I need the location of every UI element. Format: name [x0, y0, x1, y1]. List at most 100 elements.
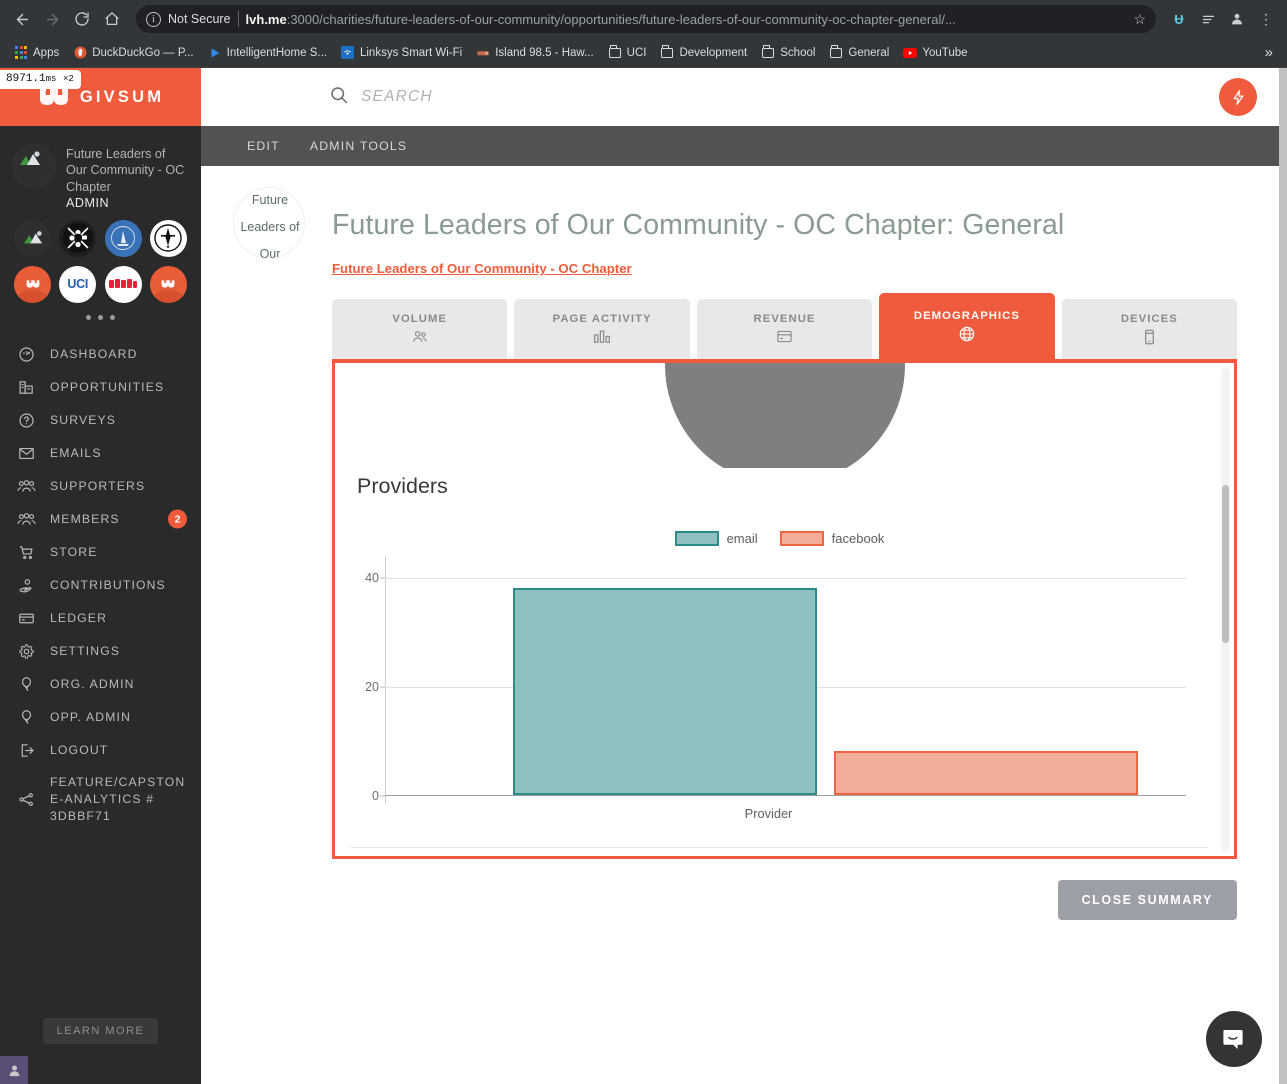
page-scrollbar[interactable] [1279, 68, 1287, 1084]
toolbar-right: Ʉ ⋮ [1166, 6, 1279, 32]
globe-icon [958, 325, 976, 343]
bookmark-star-icon[interactable]: ☆ [1133, 11, 1146, 28]
bookmark-folder-school[interactable]: School [755, 43, 821, 63]
tab-page-activity[interactable]: PAGE ACTIVITY [514, 299, 690, 359]
hand-heart-icon [17, 576, 36, 595]
user-profile-button[interactable] [0, 1056, 28, 1084]
org-chip-uci[interactable]: UCI [59, 265, 97, 303]
tickmark-0 [380, 795, 385, 797]
back-button[interactable] [8, 5, 36, 33]
tab-volume[interactable]: VOLUME [332, 299, 508, 359]
org-chip-dark-crest[interactable] [59, 219, 97, 257]
sidebar-item-supporters[interactable]: SUPPORTERS [0, 470, 201, 503]
bookmark-duckduckgo[interactable]: DuckDuckGo — P... [67, 43, 199, 63]
sidebar-item-label: LOGOUT [50, 742, 109, 757]
bookmark-folder-general[interactable]: General [823, 43, 895, 63]
sidebar-item-members[interactable]: MEMBERS 2 [0, 503, 201, 536]
bookmarks-overflow-button[interactable]: » [1259, 44, 1279, 61]
youtube-icon [903, 46, 918, 60]
radio-icon [476, 46, 490, 60]
bar-facebook[interactable] [833, 751, 1139, 795]
avatar [12, 144, 56, 188]
bar-email[interactable] [512, 587, 818, 795]
org-chip-future-leaders[interactable] [14, 219, 51, 257]
perf-value: 8971.1 [6, 73, 46, 85]
y-tick-label: 20 [365, 679, 379, 694]
bookmark-label: YouTube [922, 46, 968, 59]
sidebar-item-settings[interactable]: SETTINGS [0, 635, 201, 668]
sidebar-item-org-admin[interactable]: ORG. ADMIN [0, 668, 201, 701]
sidebar-item-emails[interactable]: EMAILS [0, 437, 201, 470]
balloon-icon [17, 675, 36, 694]
chat-bubble-icon[interactable] [1206, 1011, 1262, 1067]
bookmark-label: IntelligentHome S... [226, 46, 327, 59]
sidebar-item-opportunities[interactable]: OPPORTUNITIES [0, 371, 201, 404]
admin-tools-link[interactable]: ADMIN TOOLS [310, 139, 407, 153]
sidebar-item-store[interactable]: STORE [0, 536, 201, 569]
buildings-icon [17, 378, 36, 397]
bookmark-intelligenthome[interactable]: IntelligentHome S... [202, 43, 333, 63]
org-chip-givsum-a[interactable] [14, 265, 51, 303]
quick-action-bolt-button[interactable] [1219, 78, 1257, 116]
tab-revenue[interactable]: REVENUE [696, 299, 873, 359]
gridline-40: 40 [365, 571, 1186, 585]
opportunity-logo-text: Future Leaders of Our [240, 193, 300, 259]
main-content: EDIT ADMIN TOOLS Future Leaders of Our F… [201, 68, 1279, 1084]
bookmark-youtube[interactable]: YouTube [897, 43, 973, 63]
org-chip-blue-seal[interactable] [104, 219, 142, 257]
chart-scrollbar[interactable] [1221, 367, 1230, 852]
gauge-icon [17, 345, 36, 364]
bookmark-folder-uci[interactable]: UCI [602, 43, 653, 63]
sidebar-item-ledger[interactable]: LEDGER [0, 602, 201, 635]
address-bar[interactable]: i Not Secure lvh.me:3000/charities/futur… [136, 5, 1156, 33]
sidebar-item-dashboard[interactable]: DASHBOARD [0, 338, 201, 371]
close-summary-button[interactable]: CLOSE SUMMARY [1057, 880, 1237, 920]
bookmark-apps[interactable]: Apps [8, 43, 65, 63]
chrome-menu-icon[interactable]: ⋮ [1253, 6, 1279, 32]
org-chip-grid: ★ UCI [14, 219, 187, 303]
tab-demographics[interactable]: DEMOGRAPHICS [879, 293, 1055, 359]
bookmark-label: DuckDuckGo — P... [92, 46, 194, 59]
sidebar-item-logout[interactable]: LOGOUT [0, 734, 201, 767]
search-icon [329, 85, 349, 110]
org-carousel-dots[interactable] [14, 314, 187, 320]
legend-item-email[interactable]: email [674, 530, 758, 546]
url-path: :3000/charities/future-leaders-of-our-co… [286, 11, 956, 27]
parent-charity-link[interactable]: Future Leaders of Our Community - OC Cha… [332, 261, 632, 276]
sidebar-item-label: STORE [50, 544, 98, 559]
org-chip-red-logo[interactable] [104, 265, 142, 303]
bookmark-label: UCI [626, 46, 647, 59]
app-topbar [201, 68, 1279, 126]
sidebar-item-surveys[interactable]: SURVEYS [0, 404, 201, 437]
search-input[interactable] [361, 88, 821, 106]
sidebar-footer: LEARN MORE [0, 1018, 201, 1084]
tab-devices[interactable]: DEVICES [1061, 299, 1238, 359]
bookmark-folder-development[interactable]: Development [654, 43, 753, 63]
brand-name: GIVSUM [79, 87, 165, 106]
org-chip-givsum-b[interactable] [149, 265, 187, 303]
current-org-block[interactable]: Future Leaders of Our Community - OC Cha… [0, 126, 201, 210]
profile-avatar-icon[interactable] [1224, 6, 1250, 32]
extension-icon[interactable]: Ʉ [1166, 6, 1192, 32]
sidebar-item-contributions[interactable]: CONTRIBUTIONS [0, 569, 201, 602]
home-button[interactable] [98, 5, 126, 33]
reading-list-icon[interactable] [1195, 6, 1221, 32]
envelope-icon [17, 444, 36, 463]
forward-button[interactable] [38, 5, 66, 33]
search-box[interactable] [329, 85, 821, 110]
org-chip-black-white-crest[interactable]: ★ [149, 219, 187, 257]
page-scrollbar-thumb[interactable] [1279, 68, 1287, 1084]
edit-link[interactable]: EDIT [247, 139, 280, 153]
info-icon[interactable]: i [146, 11, 161, 27]
bookmark-island985[interactable]: Island 98.5 - Haw... [470, 43, 599, 63]
tab-label: VOLUME [392, 312, 448, 325]
sidebar-item-label: CONTRIBUTIONS [50, 577, 166, 592]
brand-header[interactable]: GIVSUM 8971.1ms ×2 [0, 68, 201, 126]
chart-scroll-region[interactable]: Providers email facebook 40 20 0 Provide… [335, 363, 1234, 856]
chart-scrollbar-thumb[interactable] [1222, 485, 1229, 643]
reload-button[interactable] [68, 5, 96, 33]
bookmark-linksys[interactable]: Linksys Smart Wi-Fi [335, 43, 468, 63]
legend-item-facebook[interactable]: facebook [779, 530, 884, 546]
sidebar-item-opp-admin[interactable]: OPP. ADMIN [0, 701, 201, 734]
learn-more-button[interactable]: LEARN MORE [42, 1018, 159, 1044]
